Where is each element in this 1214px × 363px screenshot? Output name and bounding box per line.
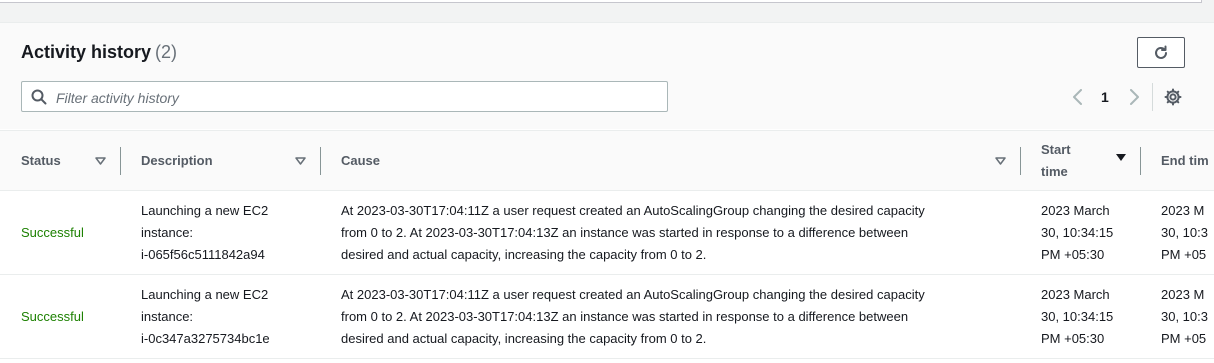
table-row: Successful Launching a new EC2 instance:… [0,275,1214,359]
cause-line: from 0 to 2. At 2023-03-30T17:04:13Z an … [341,225,909,240]
table-header-row: Status Description Cause Start time End … [0,130,1214,191]
description-line: instance: [141,225,194,240]
start-time-line: PM +05:30 [1041,247,1105,262]
table-row: Successful Launching a new EC2 instance:… [0,191,1214,275]
start-time-line: PM +05:30 [1041,331,1105,346]
cause-cell: At 2023-03-30T17:04:11Z a user request c… [341,284,1001,350]
settings-gear-icon[interactable] [1164,88,1182,106]
status-cell: Successful [21,309,84,324]
previous-page-button[interactable] [1071,89,1085,105]
sort-descending-active-icon[interactable] [1115,153,1127,162]
sort-caret-down-icon[interactable] [295,157,306,165]
cause-line: At 2023-03-30T17:04:11Z a user request c… [341,287,925,302]
end-time-line: 30, 10:3 [1161,225,1208,240]
start-time-line: 2023 March [1041,287,1110,302]
current-page-number[interactable]: 1 [1101,89,1109,105]
panel-title-count: (2) [155,42,178,62]
cause-line: At 2023-03-30T17:04:11Z a user request c… [341,203,925,218]
description-line: i-0c347a3275734bc1e [141,331,270,346]
column-divider[interactable] [120,147,121,175]
column-header-cause[interactable]: Cause [341,150,380,172]
cause-cell: At 2023-03-30T17:04:11Z a user request c… [341,200,1001,266]
description-line: Launching a new EC2 [141,203,269,218]
search-field[interactable] [21,81,668,113]
search-input[interactable] [54,82,658,113]
start-time-line: 2023 March [1041,203,1110,218]
description-line: instance: [141,309,194,324]
cause-line: desired and actual capacity, increasing … [341,331,707,346]
pager-divider [1152,83,1153,111]
description-line: Launching a new EC2 [141,287,269,302]
start-time-cell: 2023 March 30, 10:34:15 PM +05:30 [1041,284,1141,350]
column-divider[interactable] [1140,147,1141,175]
end-time-line: 30, 10:3 [1161,309,1208,324]
panel-title-text: Activity history [21,42,152,62]
column-header-description[interactable]: Description [141,150,213,172]
refresh-button[interactable] [1137,37,1185,68]
panel-header: Activity history(2) 1 [0,23,1214,129]
description-line: i-065f56c5111842a94 [141,247,265,262]
end-time-line: PM +05 [1161,247,1207,262]
start-time-cell: 2023 March 30, 10:34:15 PM +05:30 [1041,200,1141,266]
sort-caret-down-icon[interactable] [995,157,1006,165]
end-time-line: PM +05 [1161,331,1207,346]
description-cell: Launching a new EC2 instance: i-0c347a32… [141,284,311,350]
end-time-line: 2023 M [1161,287,1205,302]
column-header-end-time[interactable]: End tim [1161,150,1209,172]
panel-title: Activity history (2) [21,42,177,63]
end-time-cell: 2023 M 30, 10:3 PM +05 [1161,200,1214,266]
status-cell: Successful [21,225,84,240]
cause-line: desired and actual capacity, increasing … [341,247,707,262]
column-header-start-time-line2: time [1041,164,1068,179]
refresh-icon [1155,45,1167,59]
cause-line: from 0 to 2. At 2023-03-30T17:04:13Z an … [341,309,909,324]
column-header-status[interactable]: Status [21,150,61,172]
next-page-button[interactable] [1127,89,1141,105]
start-time-line: 30, 10:34:15 [1041,225,1114,240]
search-icon [31,89,47,105]
description-cell: Launching a new EC2 instance: i-065f56c5… [141,200,311,266]
column-divider[interactable] [320,147,321,175]
activity-history-panel: Activity history(2) 1 [0,22,1214,363]
column-header-start-time-line1: Start [1041,142,1071,157]
column-header-start-time[interactable]: Start time [1041,139,1071,183]
end-time-line: 2023 M [1161,203,1205,218]
sort-caret-down-icon[interactable] [95,157,106,165]
column-divider[interactable] [1020,147,1021,175]
end-time-cell: 2023 M 30, 10:3 PM +05 [1161,284,1214,350]
start-time-line: 30, 10:34:15 [1041,309,1114,324]
previous-panel-edge [0,0,1202,3]
